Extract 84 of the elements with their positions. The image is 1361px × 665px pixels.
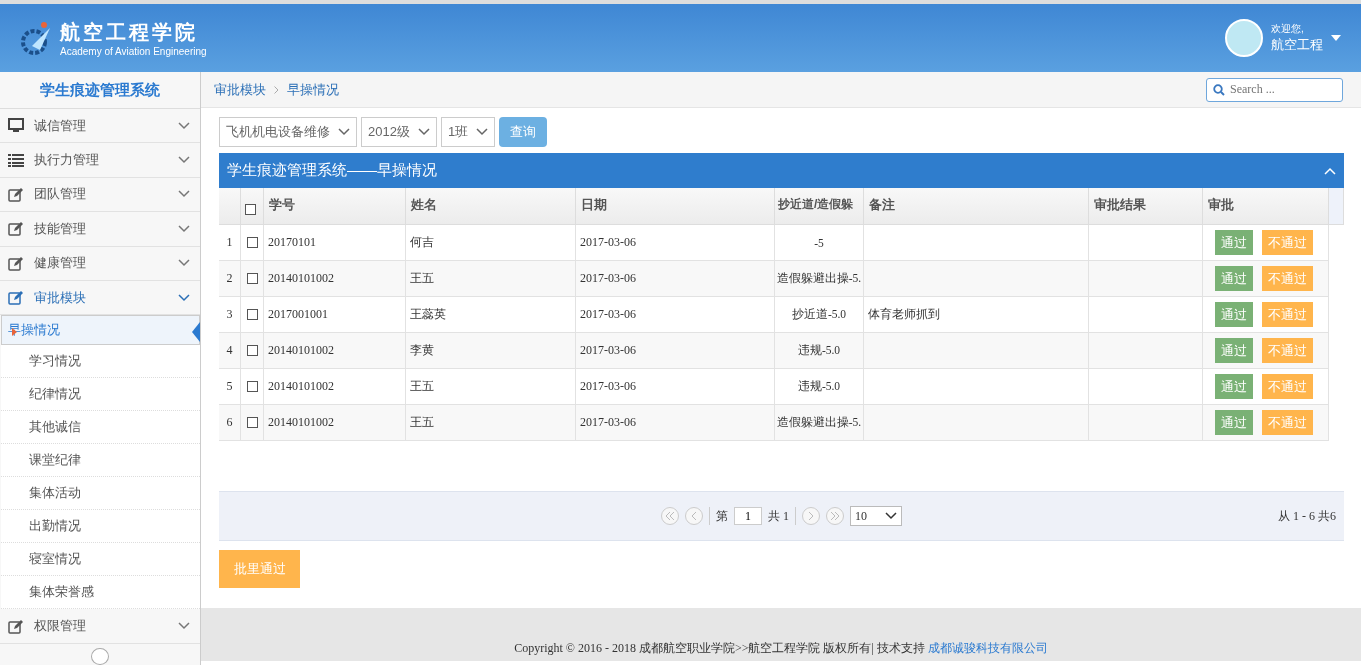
username: 航空工程 <box>1271 36 1323 54</box>
logo-title: 航空工程学院 <box>60 20 199 45</box>
chevron-icon <box>274 85 279 94</box>
sidebar-subitem[interactable]: 学习情况 <box>1 345 200 379</box>
column-header: 备注 <box>864 188 1089 225</box>
column-header: 姓名 <box>406 188 576 225</box>
checkbox[interactable] <box>246 417 258 428</box>
double-chevron-right-icon <box>830 512 840 520</box>
row-number: 6 <box>219 405 241 441</box>
sidebar-subitem[interactable]: 课堂纪律 <box>1 444 200 478</box>
caret-icon[interactable] <box>1331 35 1341 41</box>
double-chevron-left-icon <box>665 512 675 520</box>
breadcrumb-link[interactable]: 审批模块 <box>214 80 266 99</box>
list-icon <box>8 153 24 167</box>
page-total: 共 1 <box>768 507 789 525</box>
checkbox[interactable] <box>246 273 258 284</box>
chevron-right-icon <box>808 512 814 520</box>
page-input[interactable]: 1 <box>734 507 762 525</box>
footer-text: Copyright © 2016 - 2018 成都航空职业学院>>航空工程学院 版权所有| 技术支持 成都诚骏科技有限公司 <box>514 640 1048 657</box>
row-number: 2 <box>219 261 241 297</box>
edit-icon <box>8 290 24 306</box>
breadcrumb-link[interactable]: 早操情况 <box>287 80 339 99</box>
column-header: 抄近道/造假躲 <box>775 188 864 225</box>
search-icon <box>1213 83 1225 96</box>
sidebar-subitem[interactable]: 集体活动 <box>1 477 200 511</box>
header-cell <box>1329 188 1344 225</box>
table-cell: 造假躲避出操-5. <box>775 261 864 297</box>
page-label: 第 <box>716 507 728 525</box>
chevron-icon <box>178 293 190 302</box>
table-cell: 王五 <box>406 405 576 441</box>
checkbox[interactable] <box>246 381 258 392</box>
pointer-icon <box>192 322 200 343</box>
chevron-icon <box>178 259 190 268</box>
column-header: 审批 <box>1203 188 1329 225</box>
chevron-icon <box>417 128 430 136</box>
table-cell: 李黄 <box>406 333 576 369</box>
column-header: 学号 <box>264 188 406 225</box>
table-cell: 造假躲避出操-5. <box>775 405 864 441</box>
chevron-icon <box>178 156 190 165</box>
table-cell: 20140101002 <box>264 333 406 369</box>
table-cell: 20140101002 <box>264 261 406 297</box>
sidebar-subitem[interactable]: 出勤情况 <box>1 510 200 544</box>
edit-icon <box>8 221 24 237</box>
table-cell: 2017-03-06 <box>576 261 775 297</box>
table-cell: 20140101002 <box>264 405 406 441</box>
chevron-icon <box>178 121 190 130</box>
column-header: 日期 <box>576 188 775 225</box>
table-cell: 违规-5.0 <box>775 333 864 369</box>
chevron-left-icon <box>691 512 697 520</box>
edit-icon <box>8 255 24 271</box>
dropdown[interactable]: 2012级 <box>361 117 437 147</box>
column-header: 审批结果 <box>1089 188 1203 225</box>
sidebar-subitem[interactable]: 纪律情况 <box>1 378 200 412</box>
monitor-icon <box>8 118 24 134</box>
row-number: 4 <box>219 333 241 369</box>
checkbox[interactable] <box>245 204 256 215</box>
sidebar-subitem[interactable]: 集体荣誉感 <box>1 576 200 610</box>
chevron-icon <box>476 128 489 136</box>
edit-icon <box>8 186 24 202</box>
chevron-icon <box>178 622 190 631</box>
checkbox[interactable] <box>246 345 258 356</box>
chevron-icon <box>338 128 350 136</box>
company-link[interactable]: 成都诚骏科技有限公司 <box>927 641 1048 655</box>
chevron-icon <box>885 512 897 520</box>
checkbox[interactable] <box>246 309 258 320</box>
page-size-dropdown[interactable]: 10 <box>850 506 902 526</box>
table-cell: 2017-03-06 <box>576 405 775 441</box>
dropdown[interactable]: 飞机机电设备维修 <box>219 117 357 147</box>
table-cell: 王五 <box>406 261 576 297</box>
greeting-text: 欢迎您, <box>1271 22 1305 36</box>
chevron-icon <box>178 190 190 199</box>
chevron-icon <box>178 224 190 233</box>
edit-icon <box>8 618 24 634</box>
caret-icon <box>12 328 17 337</box>
search-field[interactable]: Search ... <box>1206 77 1343 102</box>
dropdown[interactable]: 1班 <box>440 117 496 147</box>
sidebar-subitem[interactable]: 其他诚信 <box>1 411 200 445</box>
panel-title: 学生痕迹管理系统——早操情况 <box>227 161 437 180</box>
sidebar-subitem[interactable]: 寝室情况 <box>1 543 200 577</box>
avatar[interactable] <box>1225 19 1263 57</box>
logo-subtitle: Academy of Aviation Engineering <box>60 46 207 57</box>
record-summary: 从 1 - 6 共6 <box>1278 508 1336 525</box>
table-cell: 2017-03-06 <box>576 333 775 369</box>
checkbox[interactable] <box>246 237 258 248</box>
